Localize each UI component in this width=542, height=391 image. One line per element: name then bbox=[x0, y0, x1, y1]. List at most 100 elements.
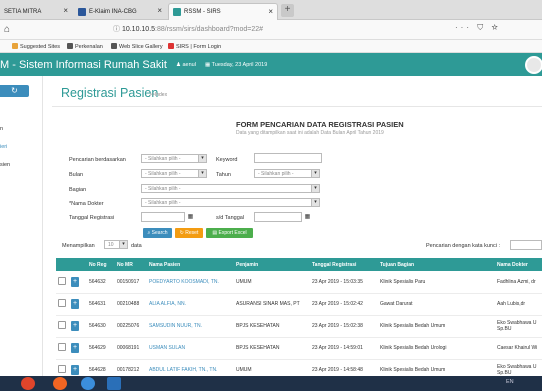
table-row[interactable]: + 564631 00210488 ALIA ALFIA, NN. ASURAN… bbox=[56, 293, 542, 316]
sidebar-item[interactable]: sien bbox=[0, 162, 10, 168]
home-icon[interactable]: ⌂ bbox=[4, 24, 10, 35]
expand-row-icon[interactable]: + bbox=[71, 343, 79, 353]
button-label: Search bbox=[151, 230, 168, 236]
bookmark-icon bbox=[12, 43, 18, 49]
bulan-select[interactable]: - Silahkan pilih - ▾ bbox=[141, 169, 207, 178]
sidebar-toggle-button[interactable]: ↻ bbox=[0, 85, 29, 97]
chevron-down-icon: ▾ bbox=[198, 170, 206, 177]
browser-taskbar-icon[interactable] bbox=[21, 377, 35, 390]
row-checkbox[interactable] bbox=[58, 321, 66, 329]
column-header[interactable]: No Reg bbox=[87, 258, 115, 271]
calendar-icon[interactable]: ▦ bbox=[186, 212, 195, 222]
export-excel-button[interactable]: ▤ Export Excel bbox=[206, 228, 253, 238]
column-header[interactable]: Tujuan Bagian bbox=[378, 258, 495, 271]
cell-nama-pasien[interactable]: SAMSUDIN NUUR, TN. bbox=[147, 315, 234, 338]
new-tab-button[interactable]: + bbox=[281, 4, 294, 17]
bookmark-label: Web Slice Gallery bbox=[119, 44, 163, 50]
column-header[interactable]: Nama Pasien bbox=[147, 258, 234, 271]
cell-nama-pasien[interactable]: USMAN SULAN bbox=[147, 337, 234, 360]
table-row[interactable]: + 564629 00068191 USMAN SULAN BPJS KESEH… bbox=[56, 337, 542, 360]
row-checkbox[interactable] bbox=[58, 299, 66, 307]
calendar-icon[interactable]: ▦ bbox=[303, 212, 312, 222]
column-header[interactable]: No MR bbox=[115, 258, 147, 271]
cell-no-mr: 00225076 bbox=[115, 315, 147, 338]
close-icon[interactable]: × bbox=[63, 6, 68, 15]
row-checkbox[interactable] bbox=[58, 365, 66, 373]
chevron-down-icon: ▾ bbox=[311, 199, 319, 206]
row-checkbox[interactable] bbox=[58, 276, 66, 285]
pocket-icon[interactable]: ⛉ bbox=[477, 23, 486, 32]
browser-tab-rssm[interactable]: RSSM - SIRS × bbox=[168, 3, 278, 20]
chevron-down-icon: ▾ bbox=[311, 185, 319, 192]
user-icon: ♟ bbox=[176, 62, 181, 68]
avatar[interactable] bbox=[525, 56, 542, 74]
expand-row-icon[interactable]: + bbox=[71, 276, 79, 287]
close-icon[interactable]: × bbox=[157, 6, 162, 15]
table-row[interactable]: + 564630 00225076 SAMSUDIN NUUR, TN. BPJ… bbox=[56, 315, 542, 338]
tab-label: E-Klaim INA-CBG bbox=[89, 8, 137, 15]
cell-nama-pasien[interactable]: POEDYARTO KOOSMADI, TN. bbox=[147, 271, 234, 294]
bookmark-sirs-login[interactable]: SIRS | Form Login bbox=[168, 43, 221, 50]
sidebar: ↻ n ieri sien bbox=[0, 76, 43, 376]
reset-button[interactable]: ↻ Reset bbox=[175, 228, 203, 238]
app-header: M - Sistem Informasi Rumah Sakit ♟ aenul… bbox=[0, 53, 542, 76]
os-taskbar: EN bbox=[0, 376, 542, 391]
cell-tanggal: 23 Apr 2019 - 15:03:35 bbox=[310, 271, 378, 294]
close-icon[interactable]: × bbox=[268, 7, 273, 16]
bookmark-star-icon[interactable]: ☆ bbox=[491, 23, 500, 32]
show-entries-select[interactable]: 10 ▾ bbox=[104, 240, 128, 249]
bookmark-perkenalan[interactable]: Perkenalan bbox=[67, 43, 103, 50]
expand-row-icon[interactable]: + bbox=[71, 365, 79, 375]
bookmark-icon bbox=[67, 43, 73, 49]
column-header[interactable]: Tanggal Registrasi bbox=[310, 258, 378, 271]
sidebar-item[interactable]: n bbox=[0, 126, 3, 132]
select-value: - Silahkan pilih - bbox=[258, 171, 294, 177]
column-header bbox=[69, 258, 87, 271]
address-bar-row: ⌂ ⓘ 10.10.10.5:88/rssm/sirs/dashboard?mo… bbox=[0, 20, 542, 40]
bookmark-web-slice[interactable]: Web Slice Gallery bbox=[111, 43, 163, 50]
cell-tanggal: 23 Apr 2019 - 14:59:01 bbox=[310, 337, 378, 360]
page-actions-icon[interactable]: ··· bbox=[455, 23, 472, 32]
table-search-input[interactable] bbox=[510, 240, 542, 250]
sidebar-item[interactable]: ieri bbox=[0, 144, 7, 150]
expand-row-icon[interactable]: + bbox=[71, 299, 79, 309]
tanggal-from-input[interactable] bbox=[141, 212, 185, 222]
tray-language[interactable]: EN bbox=[506, 379, 514, 385]
bookmarks-toolbar: Suggested Sites Perkenalan Web Slice Gal… bbox=[0, 40, 542, 53]
cell-penjamin: ASURANSI SINAR MAS, PT bbox=[234, 293, 310, 316]
word-taskbar-icon[interactable] bbox=[107, 377, 121, 390]
bagian-select[interactable]: - Silahkan pilih - ▾ bbox=[141, 184, 320, 193]
berdasarkan-select[interactable]: - Silahkan pilih - ▾ bbox=[141, 154, 207, 163]
button-label: Export Excel bbox=[218, 230, 247, 236]
keyword-input[interactable] bbox=[254, 153, 322, 163]
tanggal-to-input[interactable] bbox=[254, 212, 302, 222]
browser-tab-setia-mitra[interactable]: SETIA MITRA × bbox=[0, 3, 72, 20]
app-taskbar-icon[interactable] bbox=[81, 377, 95, 390]
url-field[interactable]: ⓘ 10.10.10.5:88/rssm/sirs/dashboard?mod=… bbox=[113, 24, 263, 34]
label-keyword: Keyword bbox=[216, 157, 238, 163]
cell-nama-pasien[interactable]: ALIA ALFIA, NN. bbox=[147, 293, 234, 316]
firefox-taskbar-icon[interactable] bbox=[53, 377, 67, 390]
column-header[interactable]: Penjamin bbox=[234, 258, 310, 271]
browser-tab-eklaim[interactable]: E-Klaim INA-CBG × bbox=[74, 3, 166, 20]
cell-tanggal: 23 Apr 2019 - 15:02:38 bbox=[310, 315, 378, 338]
bookmark-suggested-sites[interactable]: Suggested Sites bbox=[12, 43, 60, 50]
info-icon: ⓘ bbox=[113, 26, 120, 33]
date-text: Tuesday, 23 April 2019 bbox=[211, 62, 268, 68]
row-checkbox[interactable] bbox=[58, 343, 66, 351]
search-button[interactable]: ⌕ Search bbox=[143, 228, 172, 238]
header-date: ▦ Tuesday, 23 April 2019 bbox=[205, 62, 267, 68]
expand-row-icon[interactable]: + bbox=[71, 321, 79, 331]
dokter-select[interactable]: - Silahkan pilih - ▾ bbox=[141, 198, 320, 207]
cell-dokter: Eko Swabhawa U Sp.BU bbox=[495, 315, 542, 338]
bookmark-icon bbox=[168, 43, 174, 49]
table-search-label: Pencarian dengan kata kunci : bbox=[426, 243, 500, 249]
tahun-select[interactable]: - Silahkan pilih - ▾ bbox=[254, 169, 320, 178]
user-menu[interactable]: ♟ aenul bbox=[176, 62, 196, 68]
bookmark-label: SIRS | Form Login bbox=[176, 44, 222, 50]
rssm-favicon-icon bbox=[173, 8, 181, 16]
breadcrumb[interactable]: >>Index bbox=[149, 92, 167, 98]
column-header[interactable]: Nama Dokter bbox=[495, 258, 542, 271]
cell-no-reg: 564631 bbox=[87, 293, 115, 316]
table-row[interactable]: + 564632 00150917 POEDYARTO KOOSMADI, TN… bbox=[56, 271, 542, 294]
